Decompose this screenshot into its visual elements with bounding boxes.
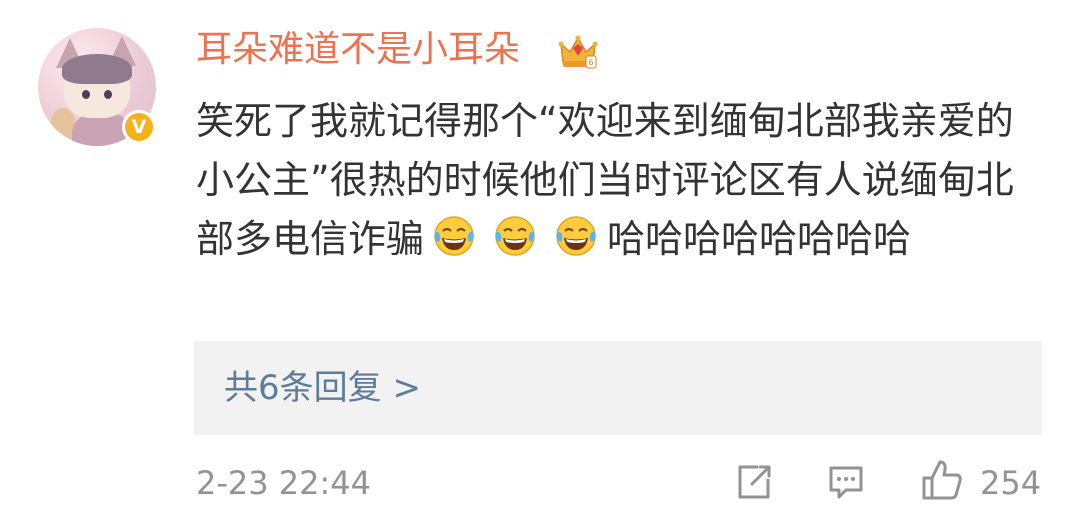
comment-icon[interactable] [826,462,866,502]
share-icon[interactable] [734,462,774,502]
replies-panel[interactable]: 共6条回复 > [194,341,1042,435]
svg-text:6: 6 [588,58,593,67]
like-count: 254 [980,464,1042,502]
avatar-hair [62,54,132,84]
verified-badge-icon: V [122,110,156,144]
avatar-eye [82,90,90,99]
laughing-tears-emoji [495,216,535,256]
laughing-tears-emoji [434,216,474,256]
comment-timestamp: 2-23 22:44 [196,464,372,502]
view-replies-link[interactable]: 共6条回复 > [224,365,421,411]
crown-icon[interactable]: 6 [558,32,598,72]
laughing-tears-emoji [556,216,596,256]
avatar-eye [104,90,112,99]
comment-text: 笑死了我就记得那个“欢迎来到缅甸北部我亲爱的小公主”很热的时候他们当时评论区有人… [196,92,1036,269]
comment-text-laugh: 哈哈哈哈哈哈哈哈 [607,217,912,261]
username[interactable]: 耳朵难道不是小耳朵 [196,28,520,72]
like-icon[interactable] [920,458,964,502]
